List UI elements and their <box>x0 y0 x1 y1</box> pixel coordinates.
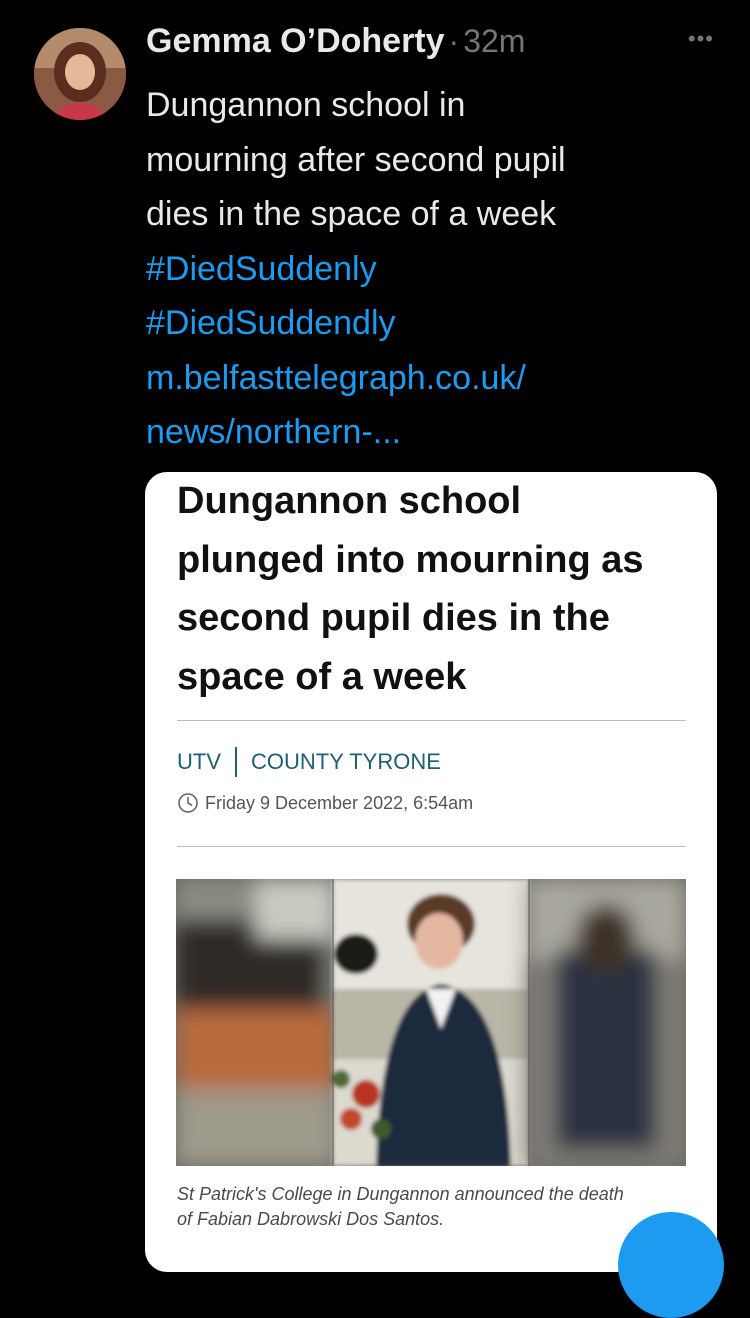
headline-line: Dungannon school <box>177 480 522 522</box>
article-headline: Dungannon school plunged into mourning a… <box>177 472 697 706</box>
article-meta: UTV COUNTY TYRONE <box>177 747 441 777</box>
avatar-image <box>34 28 126 120</box>
meta-separator <box>235 747 237 777</box>
article-card[interactable]: Dungannon school plunged into mourning a… <box>145 472 717 1272</box>
headline-line: plunged into mourning as <box>177 538 644 581</box>
tweet-text-line: Dungannon school in <box>146 86 466 124</box>
source-label: UTV <box>177 749 221 774</box>
date-text: Friday 9 December 2022, 6:54am <box>205 792 474 813</box>
headline-line: space of a week <box>177 655 467 698</box>
timestamp[interactable]: 32m <box>463 23 525 60</box>
tweet-text-line: mourning after second pupil <box>146 140 566 179</box>
photo-caption: St Patrick's College in Dungannon announ… <box>177 1182 697 1232</box>
photo-image <box>176 879 686 1166</box>
url-link[interactable]: news/northern-... <box>146 405 716 460</box>
tweet-body: Dungannon school in mourning after secon… <box>146 78 716 460</box>
url-link[interactable]: m.belfasttelegraph.co.uk/ <box>146 351 716 406</box>
caption-line: St Patrick's College in Dungannon announ… <box>177 1184 624 1204</box>
compose-button[interactable] <box>618 1212 724 1318</box>
avatar[interactable] <box>34 28 126 120</box>
hashtag-link[interactable]: #DiedSuddenly <box>146 242 716 297</box>
tweet-header: Gemma O’Doherty · 32m ••• <box>146 22 720 72</box>
author-name[interactable]: Gemma O’Doherty <box>146 22 445 61</box>
caption-line: of Fabian Dabrowski Dos Santos. <box>177 1209 445 1229</box>
article-photo <box>176 879 686 1166</box>
headline-line: second pupil dies in the <box>177 597 610 639</box>
divider <box>177 846 686 847</box>
clock-icon <box>178 793 198 813</box>
separator-dot: · <box>448 23 460 59</box>
ellipsis-icon[interactable]: ••• <box>688 26 714 52</box>
region-label: COUNTY TYRONE <box>251 749 441 774</box>
article-date: Friday 9 December 2022, 6:54am <box>177 792 473 814</box>
divider <box>177 720 686 721</box>
hashtag-link[interactable]: #DiedSuddendly <box>146 296 716 351</box>
tweet-text-line: dies in the space of a week <box>146 195 557 233</box>
